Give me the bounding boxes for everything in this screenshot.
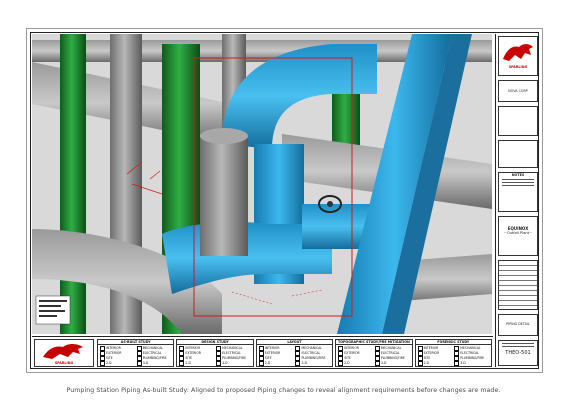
study-checkbox-label: SITE xyxy=(106,356,113,361)
company-name: NOVA CORP xyxy=(508,89,528,93)
study-group: DESIGN STUDY INTERIOR MECHANICAL EXTERIOR EL… xyxy=(176,339,254,367)
checkbox-square-icon[interactable] xyxy=(374,361,380,366)
study-checkbox-label: INTERIOR xyxy=(185,346,201,351)
study-checkbox-label: ELECTRICAL xyxy=(301,351,321,356)
bottom-logo-text: SPARLING xyxy=(54,361,74,365)
study-checkbox-label: PLUMBING/FIRE xyxy=(380,356,405,361)
drawing-sheet: SPARLING NOVA CORP NOTES EQUINOX ~Outfal… xyxy=(26,28,543,373)
study-checkbox-label: ELECTRICAL xyxy=(380,351,400,356)
sheet-border: SPARLING NOVA CORP NOTES EQUINOX ~Outfal… xyxy=(30,32,539,369)
study-checkbox-label: MECHANICAL xyxy=(460,346,481,351)
image-caption: Pumping Station Piping As-built Study: A… xyxy=(66,387,501,394)
study-checkbox-label: MECHANICAL xyxy=(222,346,243,351)
study-checkbox-label: EXTERIOR xyxy=(185,351,201,356)
study-checkbox[interactable]: 3-D xyxy=(374,361,410,366)
drawing-number-cell: THEO-501 xyxy=(498,340,538,366)
study-checkbox-label: 2-D xyxy=(344,361,350,366)
checkbox-square-icon[interactable] xyxy=(216,361,222,366)
study-checkbox-label: EXTERIOR xyxy=(344,351,360,356)
study-checkbox-label: MECHANICAL xyxy=(142,346,164,351)
study-checkbox-label: MECHANICAL xyxy=(301,346,322,351)
notes-cell: NOTES xyxy=(498,172,538,212)
checkbox-square-icon[interactable] xyxy=(179,361,185,366)
study-checkbox-label: 3-D xyxy=(222,361,228,366)
study-checkbox-label: 2-D xyxy=(264,361,271,366)
notes-header: NOTES xyxy=(511,173,525,177)
project-cell: EQUINOX ~Outfall Plant~ xyxy=(498,216,538,256)
revisions-cell xyxy=(498,140,538,168)
study-checkbox-label: SITE xyxy=(423,356,431,361)
horse-logo-icon xyxy=(503,44,533,61)
study-checkbox[interactable]: 3-D xyxy=(216,361,251,366)
checkbox-square-icon[interactable] xyxy=(295,361,301,366)
study-checkbox-label: PLUMBING/FIRE xyxy=(142,356,167,361)
checkbox-square-icon[interactable] xyxy=(100,361,105,366)
study-checkbox-label: 2-D xyxy=(185,361,191,366)
study-checkbox-label: PLUMBING/FIRE xyxy=(301,356,326,361)
horse-logo-icon xyxy=(43,344,83,359)
study-checkbox-label: SITE xyxy=(264,356,272,361)
drawing-name: PIPING DETAIL xyxy=(506,322,530,326)
study-checkbox-label: INTERIOR xyxy=(423,346,439,351)
study-checkbox-label: ELECTRICAL xyxy=(460,351,480,356)
study-checkbox[interactable]: 2-D xyxy=(179,361,214,366)
study-checkbox-label: 3-D xyxy=(142,361,149,366)
title-logo-cell: SPARLING xyxy=(498,36,538,76)
checkbox-square-icon[interactable] xyxy=(417,361,423,366)
study-group: LAYOUT INTERIOR MECHANICAL EXTERIOR ELECTRIC… xyxy=(255,339,334,367)
study-group: AS-BUILT STUDY INTERIOR MECHANICAL EXTERIOR… xyxy=(97,339,175,367)
checkbox-square-icon[interactable] xyxy=(258,361,264,366)
checkbox-square-icon[interactable] xyxy=(338,361,344,366)
study-checkbox-label: 3-D xyxy=(380,361,387,366)
project-subtitle: ~Outfall Plant~ xyxy=(503,231,533,235)
study-checkbox-label: PLUMBING/FIRE xyxy=(222,356,247,361)
study-checkbox-label: INTERIOR xyxy=(344,346,359,351)
revision-table xyxy=(498,260,538,310)
study-checkbox[interactable]: 2-D xyxy=(258,361,294,366)
study-checkbox-label: INTERIOR xyxy=(264,346,280,351)
study-checkbox-label: EXTERIOR xyxy=(106,351,122,356)
study-checkbox-label: 2-D xyxy=(423,361,430,366)
checkbox-square-icon[interactable] xyxy=(136,361,142,366)
study-checkbox-label: 3-D xyxy=(301,361,307,366)
study-checkbox-label: SITE xyxy=(344,356,351,361)
drawing-name-cell: PIPING DETAIL xyxy=(498,314,538,336)
title-block: SPARLING NOVA CORP NOTES EQUINOX ~Outfal… xyxy=(495,34,540,367)
study-checkbox[interactable]: 3-D xyxy=(454,361,489,366)
study-group: TOPOGRAPHIC STUDY/PRE MITIGATION INTERIOR… xyxy=(335,339,413,367)
company-cell: NOVA CORP xyxy=(498,80,538,102)
drawing-number: THEO-501 xyxy=(505,350,531,356)
study-checkbox-label: MECHANICAL xyxy=(380,346,402,351)
piping-render-svg xyxy=(32,34,492,334)
study-checkbox-label: ELECTRICAL xyxy=(142,351,162,356)
study-checkbox[interactable]: 2-D xyxy=(338,361,373,366)
study-checkbox[interactable]: 3-D xyxy=(136,361,172,366)
study-checkbox-label: 3-D xyxy=(460,361,466,366)
study-checkbox[interactable]: 2-D xyxy=(100,361,135,366)
study-type-strip: SPARLING AS-BUILT STUDY INTERIOR MECHANICA… xyxy=(32,336,493,369)
study-checkbox[interactable]: 3-D xyxy=(295,361,330,366)
study-checkbox[interactable]: 2-D xyxy=(417,361,453,366)
study-group: FORENSIC STUDY INTERIOR MECHANICAL EXTERIOR… xyxy=(414,339,492,367)
study-checkbox-label: SITE xyxy=(185,356,193,361)
bottom-logo-cell: SPARLING xyxy=(34,339,94,367)
checkbox-square-icon[interactable] xyxy=(454,361,460,366)
piping-render xyxy=(32,34,492,334)
address-cell xyxy=(498,106,538,136)
title-logo-text: SPARLING xyxy=(508,65,528,69)
study-checkbox-label: EXTERIOR xyxy=(264,351,281,356)
study-checkbox-label: PLUMBING/FIRE xyxy=(460,356,485,361)
study-checkbox-label: 2-D xyxy=(106,361,112,366)
study-checkbox-label: INTERIOR xyxy=(106,346,121,351)
study-checkbox-label: ELECTRICAL xyxy=(222,351,241,356)
study-checkbox-label: EXTERIOR xyxy=(423,351,440,356)
